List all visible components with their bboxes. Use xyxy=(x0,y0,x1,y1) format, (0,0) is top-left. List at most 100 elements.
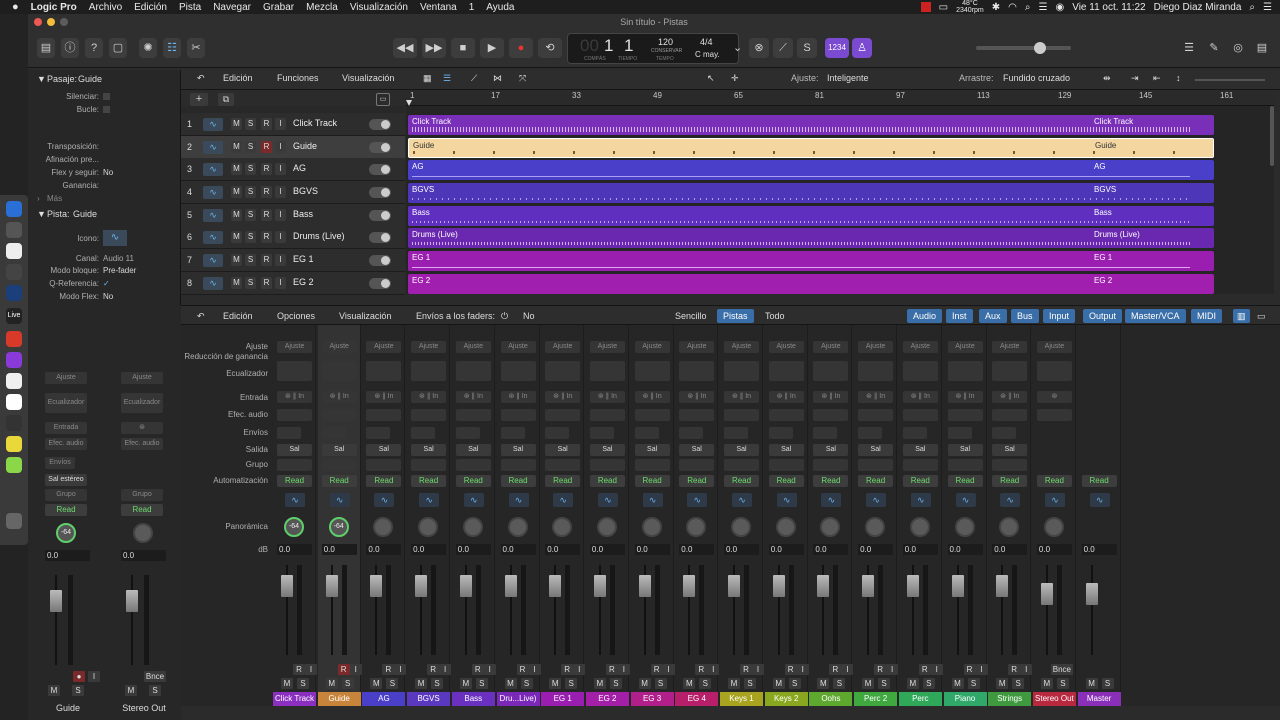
ajuste-slot[interactable]: Ajuste xyxy=(455,341,491,353)
volume-fader[interactable] xyxy=(415,565,428,655)
menu-1[interactable]: 1 xyxy=(469,2,475,13)
strip-name[interactable]: EG 2 xyxy=(585,692,629,706)
solo-button[interactable]: S xyxy=(475,678,488,689)
record-button[interactable]: R xyxy=(293,664,305,675)
group-slot[interactable] xyxy=(634,459,670,471)
group-slot[interactable] xyxy=(724,459,759,471)
read-button[interactable]: Read xyxy=(45,504,87,516)
group-slot[interactable] xyxy=(679,459,715,471)
inspector-icon[interactable]: ⓘ xyxy=(61,38,79,58)
fader-cap[interactable] xyxy=(683,575,696,597)
stickies-icon[interactable] xyxy=(6,436,22,452)
volume-fader[interactable] xyxy=(638,565,651,655)
audio-fx-slot[interactable] xyxy=(277,409,312,421)
record-enable-button[interactable]: R xyxy=(261,209,272,221)
read-button[interactable]: Read xyxy=(947,475,983,487)
eq-slot[interactable] xyxy=(813,361,849,381)
filter-midi[interactable]: MIDI xyxy=(1191,309,1222,323)
input-slot[interactable]: ⊛ ∥ In xyxy=(545,391,581,403)
read-button[interactable]: Read xyxy=(455,475,491,487)
toolbar-icon[interactable]: ▢ xyxy=(109,38,127,58)
record-status-icon[interactable] xyxy=(920,2,931,12)
input-button[interactable]: I xyxy=(439,664,452,675)
ajuste-slot[interactable]: Ajuste xyxy=(589,341,625,353)
pan-knob[interactable] xyxy=(909,517,930,537)
mute-button[interactable]: M xyxy=(231,186,242,198)
audio-fx-slot[interactable] xyxy=(366,409,402,421)
read-button[interactable]: Read xyxy=(679,475,715,487)
volume-fader[interactable] xyxy=(593,565,606,655)
mute-button[interactable]: M xyxy=(817,678,830,689)
siri-icon[interactable]: ◉ xyxy=(1055,2,1064,13)
track-row[interactable]: 1 ∿ M S R I Click Track xyxy=(181,113,405,136)
audio-fx-slot[interactable] xyxy=(321,409,357,421)
read-button[interactable]: Read xyxy=(411,475,447,487)
fader-cap[interactable] xyxy=(638,575,651,597)
solo-button[interactable]: S xyxy=(431,678,444,689)
solo-button[interactable]: S xyxy=(1056,678,1069,689)
narrow-view-icon[interactable]: ▥ xyxy=(1233,309,1250,323)
region[interactable]: EG 2 EG 2 xyxy=(408,274,1214,294)
track-on-toggle[interactable] xyxy=(369,142,391,153)
solo-button[interactable]: S xyxy=(1101,678,1114,689)
filter-bus[interactable]: Bus xyxy=(1011,309,1039,323)
channel-strip[interactable]: Ajuste ⊛ ∥ In Sal Read ∿ 0.0 R I M S AG xyxy=(362,325,407,706)
list-editors-icon[interactable]: ☰ xyxy=(1180,38,1198,58)
channel-strip[interactable]: Ajuste ⊛ ∥ In Sal Read ∿ 0.0 R I M S Oohs xyxy=(809,325,854,706)
volume-fader[interactable] xyxy=(1040,565,1053,655)
input-monitor-button[interactable]: I xyxy=(275,254,286,266)
master-volume-handle[interactable] xyxy=(1034,42,1046,54)
ajuste-slot[interactable]: Ajuste xyxy=(45,372,87,384)
mute-button[interactable]: M xyxy=(415,678,428,689)
channel-strip[interactable]: Ajuste ⊛ ∥ In Sal Read ∿ 0.0 R I M S Perc xyxy=(898,325,943,706)
channel-strip[interactable]: Ajuste ⊛ ∥ In Sal Read ∿ 0.0 R I M S EG 1 xyxy=(541,325,586,706)
input-slot[interactable]: ⊛ ∥ In xyxy=(634,391,670,403)
plus-tool-icon[interactable]: ✛ xyxy=(731,73,739,87)
ajuste-select[interactable]: Inteligente xyxy=(827,73,869,87)
fader-cap[interactable] xyxy=(817,575,830,597)
record-button[interactable]: R xyxy=(650,664,663,675)
tracks-edicion-menu[interactable]: Edición xyxy=(223,73,253,87)
fader-cap[interactable] xyxy=(728,575,740,597)
fader-cap[interactable] xyxy=(549,575,562,597)
mixer-edicion-menu[interactable]: Edición xyxy=(223,309,253,323)
audio-fx-slot[interactable] xyxy=(992,409,1028,421)
disclosure-icon[interactable]: ▼ xyxy=(37,209,46,219)
entrada-slot[interactable]: Entrada xyxy=(45,422,87,434)
output-slot[interactable]: Sal xyxy=(321,444,357,456)
output-slot[interactable]: Sal xyxy=(768,444,804,456)
add-track-button[interactable]: + xyxy=(190,93,208,106)
send-slot[interactable] xyxy=(724,427,748,439)
region[interactable]: Drums (Live) Drums (Live) xyxy=(408,228,1214,248)
solo-button[interactable]: S xyxy=(654,678,667,689)
input-slot[interactable]: ⊛ ∥ In xyxy=(366,391,402,403)
record-enable-button[interactable]: R xyxy=(261,118,272,130)
read-button[interactable]: Read xyxy=(121,504,163,516)
input-button[interactable]: I xyxy=(975,664,988,675)
record-button[interactable]: R xyxy=(382,664,395,675)
mute-button[interactable]: M xyxy=(325,678,338,689)
cycle-icon[interactable]: ⟲ xyxy=(538,38,562,58)
disclosure-icon[interactable]: ▼ xyxy=(37,74,46,84)
ajuste-slot[interactable]: Ajuste xyxy=(500,341,536,353)
input-button[interactable]: I xyxy=(573,664,586,675)
pan-knob[interactable] xyxy=(775,517,796,537)
pan-knob[interactable] xyxy=(820,517,841,537)
loop-browser-icon[interactable]: ◎ xyxy=(1229,38,1247,58)
region[interactable]: Click Track Click Track xyxy=(408,115,1214,135)
record-button[interactable]: R xyxy=(874,664,887,675)
record-button[interactable]: R xyxy=(561,664,574,675)
audio-fx-slot[interactable] xyxy=(634,409,670,421)
send-slot[interactable] xyxy=(679,427,704,439)
pan-knob[interactable] xyxy=(596,517,617,537)
horizontal-zoom-slider[interactable] xyxy=(1195,79,1265,81)
bucle-checkbox[interactable] xyxy=(103,106,110,113)
solo-button[interactable]: S xyxy=(744,678,756,689)
input-button[interactable]: I xyxy=(528,664,541,675)
record-enable-button[interactable]: R xyxy=(261,186,272,198)
output-slot[interactable]: Sal xyxy=(947,444,983,456)
channel-strip[interactable]: Ajuste ⊛ ∥ In Sal Read ∿ 0.0 R I M S Dru...Live) xyxy=(496,325,541,706)
send-slot[interactable] xyxy=(411,427,436,439)
mixer-visualizacion-menu[interactable]: Visualización xyxy=(339,309,391,323)
send-slot[interactable] xyxy=(500,427,525,439)
